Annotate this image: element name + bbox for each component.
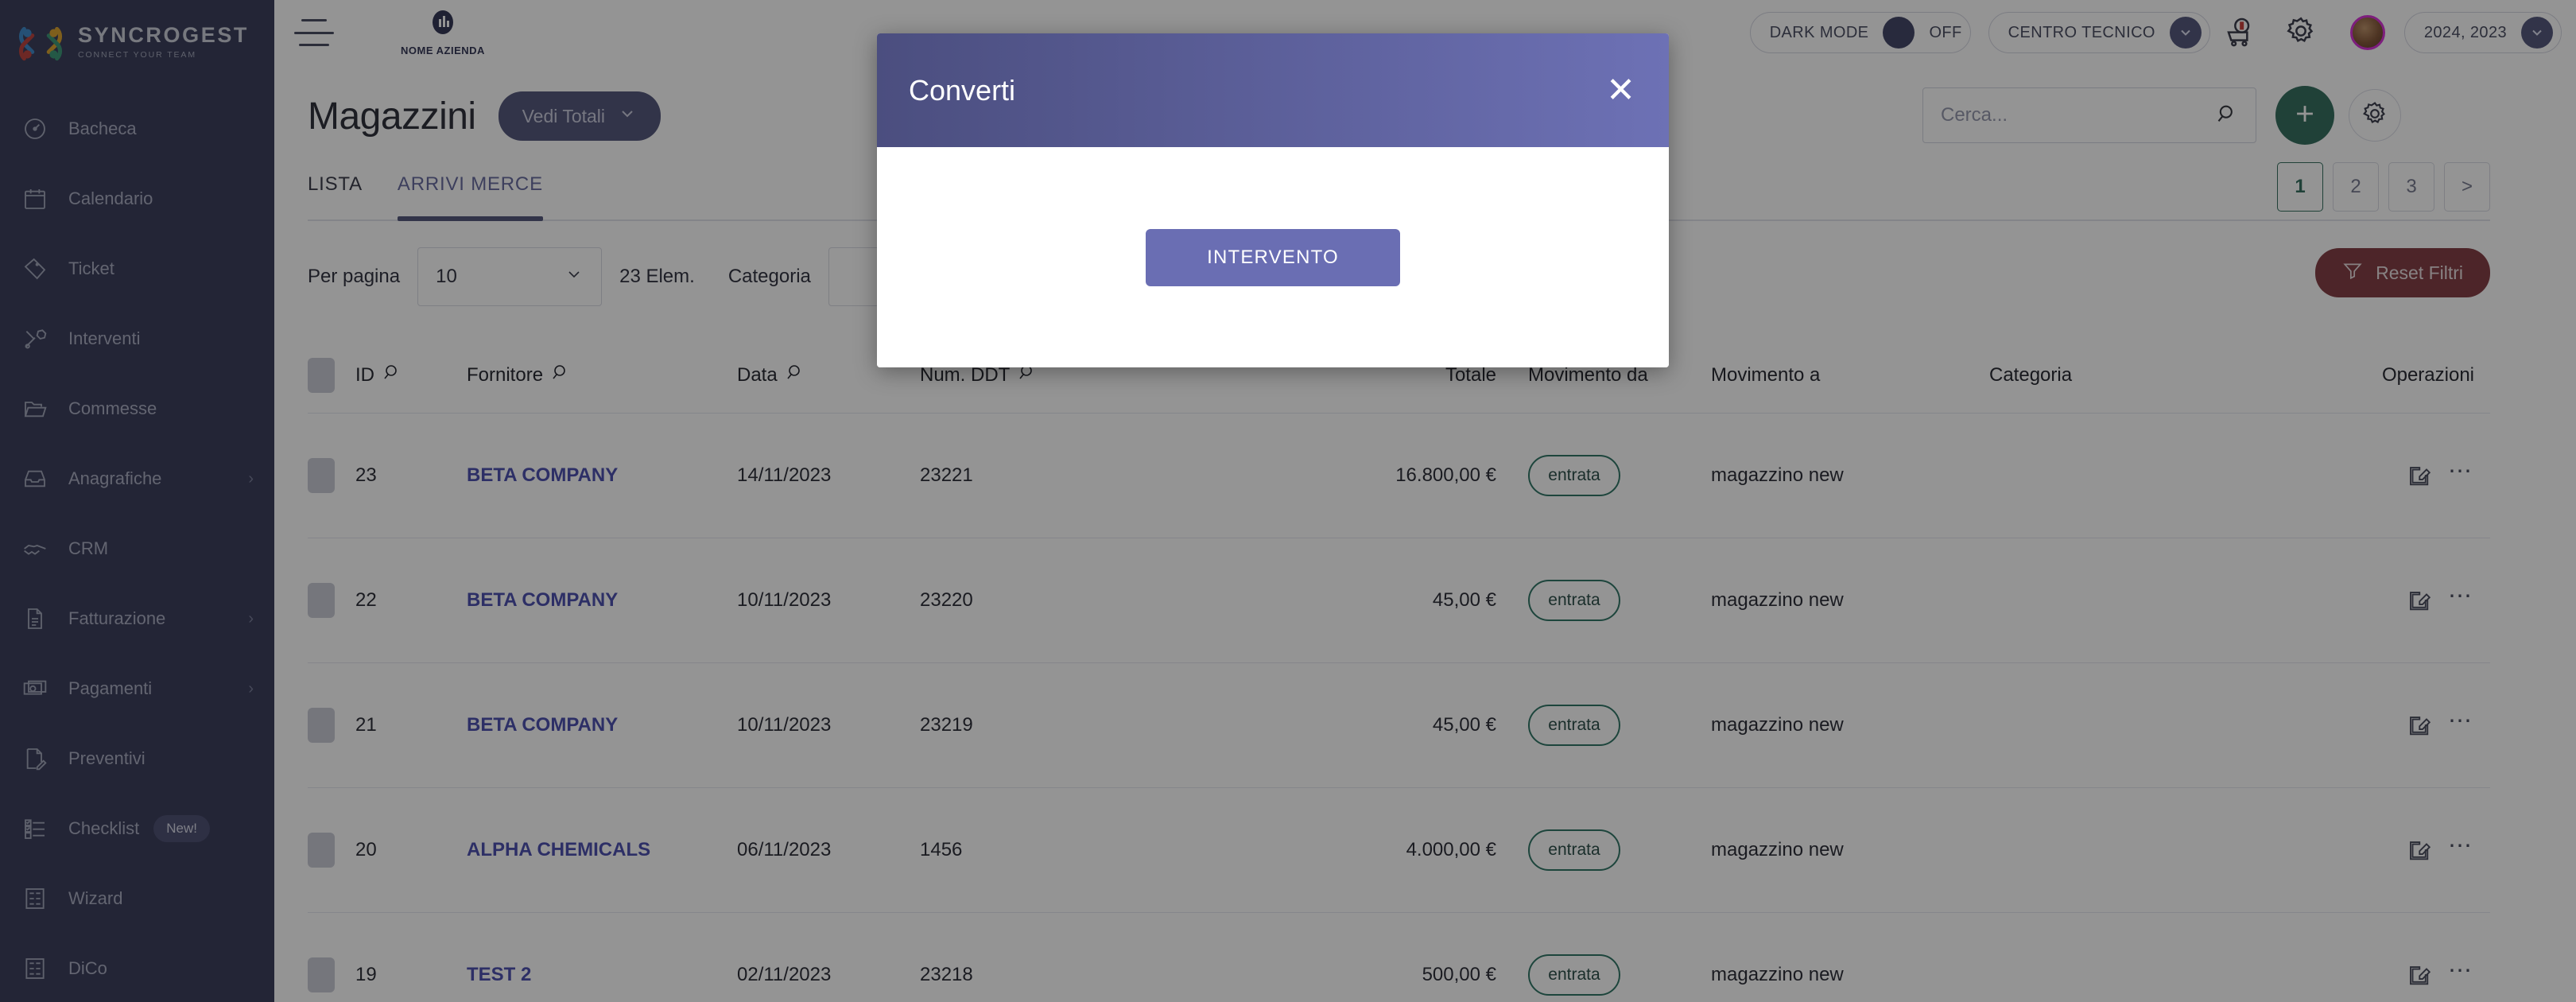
- modal-header: Converti ✕: [877, 33, 1669, 147]
- modal-body: INTERVENTO: [877, 147, 1669, 367]
- modal-title: Converti: [909, 73, 1016, 107]
- close-icon[interactable]: ✕: [1606, 72, 1635, 108]
- converti-modal: Converti ✕ INTERVENTO: [877, 33, 1669, 367]
- app-root: SYNCROGEST CONNECT YOUR TEAM Bacheca Cal…: [0, 0, 2576, 1002]
- intervento-button[interactable]: INTERVENTO: [1146, 228, 1400, 286]
